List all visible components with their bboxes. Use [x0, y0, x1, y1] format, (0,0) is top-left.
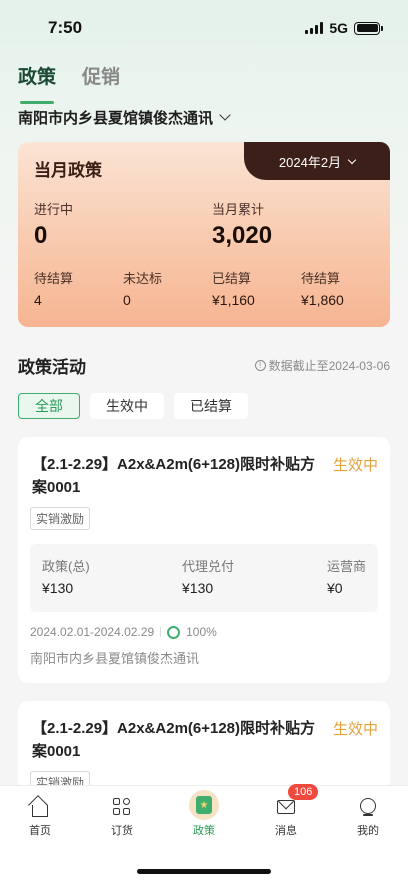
- status-time: 7:50: [48, 18, 83, 37]
- nav-home-label: 首页: [29, 825, 51, 837]
- nav-me[interactable]: 我的: [338, 796, 398, 838]
- status-icons: 5G: [305, 20, 383, 36]
- info-icon: !: [254, 359, 266, 371]
- nav-policy-label: 政策: [193, 825, 215, 837]
- month-label: 2024年2月: [278, 154, 342, 170]
- settled-value: ¥1,160: [212, 292, 255, 308]
- chevron-down-icon: [347, 155, 357, 164]
- filter-settled[interactable]: 已结算: [174, 393, 248, 419]
- nav-order-label: 订货: [111, 825, 133, 837]
- in-progress-label: 进行中: [34, 202, 74, 217]
- settled-label: 已结算: [212, 271, 252, 286]
- operator-value: ¥0: [327, 580, 343, 596]
- battery-icon: [354, 21, 383, 35]
- nav-home[interactable]: 首页: [10, 795, 70, 838]
- nav-messages[interactable]: 106 消息: [256, 784, 319, 838]
- policy-title: 【2.1-2.29】A2x&A2m(6+128)限时补贴方案0001: [32, 456, 316, 496]
- month-selector[interactable]: 2024年2月: [244, 142, 390, 180]
- tab-policy[interactable]: 政策: [18, 62, 56, 104]
- progress-ring-icon: [167, 625, 181, 639]
- month-total-label: 当月累计: [212, 202, 265, 217]
- network-type: 5G: [329, 20, 348, 36]
- policy-total-value: ¥130: [42, 580, 74, 596]
- tab-promotion[interactable]: 促销: [82, 62, 120, 98]
- activity-header: 政策活动 ! 数据截止至2024-03-06: [0, 353, 408, 377]
- pending-count-label: 待结算: [34, 271, 74, 286]
- filter-all[interactable]: 全部: [18, 393, 80, 419]
- operator-label: 运营商: [327, 559, 367, 574]
- user-icon: [357, 796, 379, 818]
- nav-order[interactable]: 订货: [92, 796, 152, 838]
- policy-tag: 实销激励: [30, 507, 91, 530]
- policy-icon: ★: [189, 790, 219, 820]
- policy-date-range: 2024.02.01-2024.02.29: [30, 625, 155, 639]
- unmet-value: 0: [123, 292, 131, 308]
- data-cutoff-note: ! 数据截止至2024-03-06: [254, 357, 390, 374]
- policy-card[interactable]: 【2.1-2.29】A2x&A2m(6+128)限时补贴方案0001 生效中 实…: [18, 437, 390, 683]
- store-name: 南阳市内乡县夏馆镇俊杰通讯: [18, 109, 214, 127]
- activity-title: 政策活动: [18, 357, 86, 377]
- unmet-label: 未达标: [123, 271, 163, 286]
- pending-amount-value: ¥1,860: [301, 292, 344, 308]
- pending-amount-label: 待结算: [301, 271, 341, 286]
- store-selector[interactable]: 南阳市内乡县夏馆镇俊杰通讯: [0, 98, 408, 136]
- message-badge: 106: [288, 784, 319, 800]
- nav-messages-label: 消息: [275, 825, 297, 837]
- monthly-policy-card: 当月政策 2024年2月 进行中 0 当月累计 3,020 待结算 4 未达标 …: [18, 142, 390, 327]
- in-progress-value: 0: [34, 222, 48, 249]
- agent-payment-label: 代理兑付: [182, 559, 235, 574]
- policy-stats: 政策(总) ¥130 代理兑付 ¥130 运营商 ¥0: [30, 544, 378, 612]
- policy-status: 生效中: [332, 457, 378, 474]
- signal-icon: [305, 22, 324, 34]
- monthly-policy-title: 当月政策: [34, 161, 102, 180]
- top-tabs: 政策 促销: [0, 56, 408, 104]
- filter-chips: 全部 生效中 已结算: [0, 393, 408, 419]
- data-cutoff-text: 数据截止至2024-03-06: [268, 358, 390, 373]
- nav-me-label: 我的: [357, 825, 379, 837]
- policy-store: 南阳市内乡县夏馆镇俊杰通讯: [30, 651, 200, 666]
- chevron-down-icon: [219, 109, 231, 121]
- mail-icon: 106: [275, 784, 319, 818]
- policy-total-label: 政策(总): [42, 559, 90, 574]
- home-indicator: [137, 869, 271, 874]
- month-total-value: 3,020: [212, 222, 273, 249]
- home-icon: [28, 795, 51, 818]
- grid-icon: [111, 796, 133, 818]
- filter-active[interactable]: 生效中: [90, 393, 164, 419]
- policy-progress: 100%: [186, 625, 217, 639]
- policy-title: 【2.1-2.29】A2x&A2m(6+128)限时补贴方案0001: [32, 720, 316, 760]
- policy-meta: 2024.02.01-2024.02.29 100%: [30, 624, 378, 640]
- status-bar: 7:50 5G: [0, 0, 408, 56]
- pending-count-value: 4: [34, 292, 42, 308]
- nav-policy[interactable]: ★ 政策: [174, 790, 234, 838]
- divider: [160, 627, 162, 637]
- policy-status: 生效中: [332, 721, 378, 738]
- bottom-nav: 首页 订货 ★ 政策 106 消息 我的: [0, 784, 408, 883]
- agent-payment-value: ¥130: [182, 580, 214, 596]
